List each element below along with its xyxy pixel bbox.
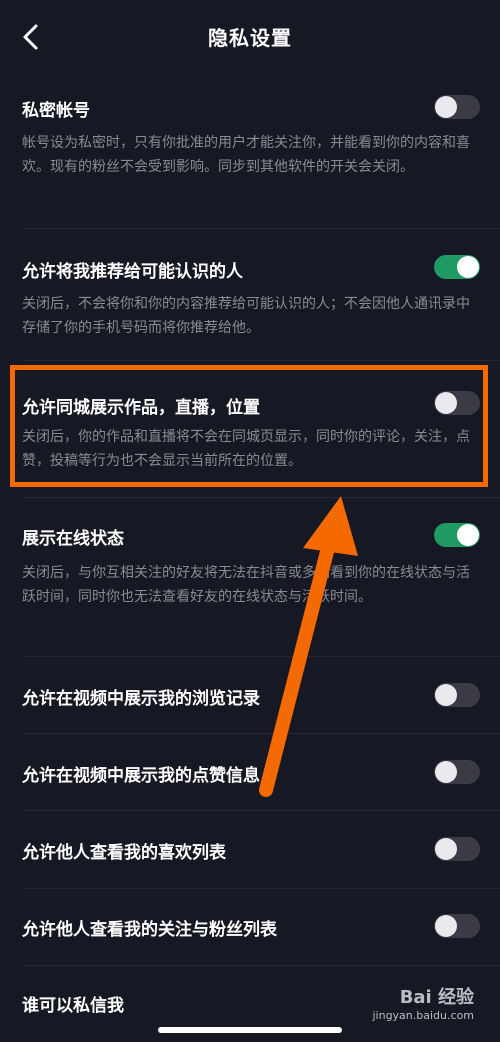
toggle-knob bbox=[435, 96, 457, 118]
watermark: Bai 经验 jingyan.baidu.com bbox=[354, 983, 474, 1022]
setting-browse-history: 允许在视频中展示我的浏览记录 bbox=[0, 672, 500, 718]
setting-label: 展示在线状态 bbox=[22, 529, 124, 549]
setting-label: 允许在视频中展示我的点赞信息 bbox=[22, 766, 260, 786]
divider bbox=[22, 228, 500, 229]
setting-label: 谁可以私信我 bbox=[22, 996, 124, 1016]
setting-likes-list: 允许他人查看我的喜欢列表 bbox=[0, 828, 500, 874]
highlight-frame bbox=[10, 365, 488, 487]
divider bbox=[22, 965, 500, 966]
toggle-knob bbox=[435, 684, 457, 706]
toggle-knob bbox=[457, 524, 479, 546]
setting-label: 允许他人查看我的关注与粉丝列表 bbox=[22, 920, 277, 940]
setting-private-account: 私密帐号 帐号设为私密时，只有你批准的用户才能关注你，并能看到你的内容和喜欢。现… bbox=[0, 88, 500, 228]
watermark-logo: Bai 经验 bbox=[399, 987, 474, 1008]
setting-description: 关闭后，与你互相关注的好友将无法在抖音或多闪看到你的在线状态与活跃时间，同时你也… bbox=[22, 565, 470, 605]
setting-follow-fans-list: 允许他人查看我的关注与粉丝列表 bbox=[0, 905, 500, 951]
divider bbox=[22, 810, 500, 811]
setting-label: 允许他人查看我的喜欢列表 bbox=[22, 843, 226, 863]
divider bbox=[22, 656, 500, 657]
setting-description: 关闭后，不会将你和你的内容推荐给可能认识的人；不会因他人通讯录中存储了你的手机号… bbox=[22, 296, 470, 336]
toggle-knob bbox=[435, 761, 457, 783]
divider bbox=[22, 888, 500, 889]
watermark-url: jingyan.baidu.com bbox=[372, 1009, 474, 1022]
setting-description: 帐号设为私密时，只有你批准的用户才能关注你，并能看到你的内容和喜欢。现有的粉丝不… bbox=[22, 135, 470, 175]
setting-label: 允许在视频中展示我的浏览记录 bbox=[22, 689, 260, 709]
setting-recommend-to-acquaintances: 允许将我推荐给可能认识的人 关闭后，不会将你和你的内容推荐给可能认识的人；不会因… bbox=[0, 248, 500, 358]
setting-online-status: 展示在线状态 关闭后，与你互相关注的好友将无法在抖音或多闪看到你的在线状态与活跃… bbox=[0, 515, 500, 645]
toggle-knob bbox=[457, 256, 479, 278]
toggle-recommend-to-acquaintances[interactable] bbox=[434, 255, 480, 279]
toggle-likes-list[interactable] bbox=[434, 837, 480, 861]
toggle-online-status[interactable] bbox=[434, 523, 480, 547]
setting-label: 允许将我推荐给可能认识的人 bbox=[22, 262, 243, 282]
home-indicator[interactable] bbox=[158, 1027, 342, 1033]
setting-like-info: 允许在视频中展示我的点赞信息 bbox=[0, 750, 500, 796]
header: 隐私设置 bbox=[0, 0, 500, 76]
divider bbox=[22, 360, 500, 361]
page-title: 隐私设置 bbox=[208, 26, 292, 50]
divider bbox=[22, 497, 500, 498]
toggle-private-account[interactable] bbox=[434, 95, 480, 119]
toggle-browse-history[interactable] bbox=[434, 683, 480, 707]
toggle-like-info[interactable] bbox=[434, 760, 480, 784]
divider bbox=[22, 733, 500, 734]
toggle-knob bbox=[435, 915, 457, 937]
toggle-follow-fans-list[interactable] bbox=[434, 914, 480, 938]
toggle-knob bbox=[435, 838, 457, 860]
setting-label: 私密帐号 bbox=[22, 101, 90, 121]
